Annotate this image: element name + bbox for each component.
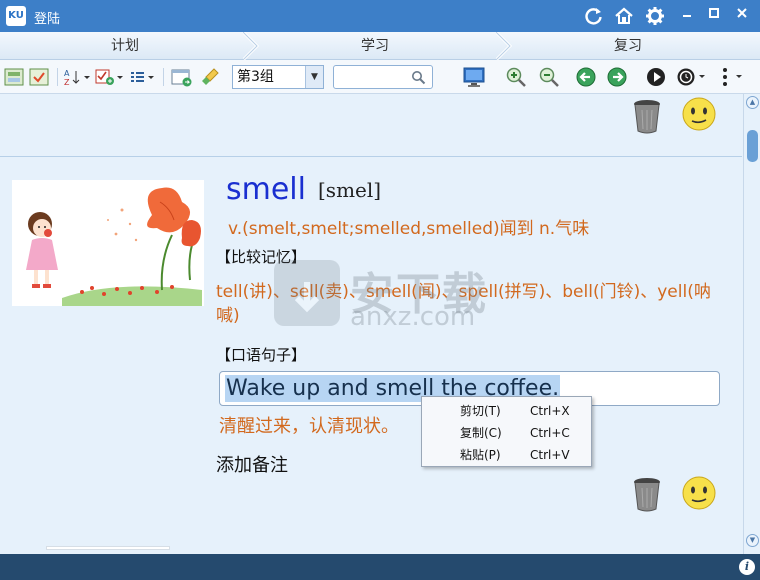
search-icon[interactable] xyxy=(411,70,426,85)
word-phonetic: [smel] xyxy=(318,178,382,202)
menu-item-label: 复制(C) xyxy=(460,426,502,440)
window-title[interactable]: 登陆 xyxy=(34,8,60,27)
new-card-icon[interactable] xyxy=(170,66,194,88)
scroll-thumb[interactable] xyxy=(747,130,758,162)
refresh-icon[interactable] xyxy=(582,4,606,28)
vertical-scrollbar[interactable]: ▲ ▼ xyxy=(743,94,760,554)
spoken-heading: 【口语句子】 xyxy=(216,346,307,364)
group-select-value: 第3组 xyxy=(237,69,274,85)
search-box xyxy=(333,65,433,89)
info-icon[interactable]: i xyxy=(739,559,755,575)
menu-item-shortcut: Ctrl+V xyxy=(530,448,570,462)
menu-item-copy[interactable]: 复制(C) Ctrl+C xyxy=(422,422,591,444)
play-icon[interactable] xyxy=(645,66,667,88)
context-menu: 剪切(T) Ctrl+X 复制(C) Ctrl+C 粘贴(P) Ctrl+V xyxy=(421,396,592,467)
menu-item-cut[interactable]: 剪切(T) Ctrl+X xyxy=(422,400,591,422)
svg-text:A: A xyxy=(64,69,70,78)
chevron-down-icon[interactable]: ▼ xyxy=(305,66,323,88)
maximize-icon[interactable] xyxy=(703,5,725,25)
menu-item-shortcut: Ctrl+X xyxy=(530,404,570,418)
back-arrow-icon[interactable] xyxy=(575,66,597,88)
minimize-icon[interactable] xyxy=(676,5,698,25)
compare-text: tell(讲)、sell(卖)、smell(闻)、spell(拼写)、bell(… xyxy=(216,282,711,326)
card-view-icon[interactable] xyxy=(3,66,25,88)
step-tabs: 计划 学习 复习 xyxy=(0,32,760,60)
divider xyxy=(0,156,742,157)
list-view-icon[interactable] xyxy=(28,66,50,88)
sort-az-icon[interactable]: AZ xyxy=(63,66,91,88)
smiley-icon[interactable] xyxy=(681,96,717,136)
card-area: smell [smel] v.(smelt,smelt;smelled,smel… xyxy=(0,94,742,554)
title-bar: KU 登陆 xyxy=(0,0,760,32)
scroll-up-icon[interactable]: ▲ xyxy=(746,96,759,109)
zoom-out-icon[interactable] xyxy=(538,66,560,88)
add-note-link[interactable]: 添加备注 xyxy=(216,451,288,477)
list-format-icon[interactable] xyxy=(130,66,156,88)
status-bar xyxy=(0,554,760,580)
word-definition: v.(smelt,smelt;smelled,smelled)闻到 n.气味 xyxy=(228,219,590,239)
word-illustration xyxy=(12,180,204,306)
toolbar: AZ 第3组 ▼ xyxy=(0,60,760,94)
search-input[interactable] xyxy=(338,66,412,88)
svg-text:Z: Z xyxy=(64,78,70,86)
home-icon[interactable] xyxy=(612,4,636,28)
tab-plan[interactable]: 计划 xyxy=(0,32,250,60)
trash-icon[interactable] xyxy=(632,98,662,138)
clean-brush-icon[interactable] xyxy=(200,66,224,88)
smiley-icon[interactable] xyxy=(681,475,717,515)
toolbar-separator xyxy=(163,68,164,86)
app-logo: KU xyxy=(6,6,26,26)
group-select[interactable]: 第3组 ▼ xyxy=(232,65,324,89)
toolbar-separator xyxy=(57,68,58,86)
trash-icon[interactable] xyxy=(632,476,662,516)
compare-heading: 【比较记忆】 xyxy=(216,248,307,266)
sentence-translation: 清醒过来，认清现状。 xyxy=(219,416,399,437)
monitor-icon[interactable] xyxy=(462,66,486,88)
tab-study[interactable]: 学习 xyxy=(250,32,500,60)
menu-item-paste[interactable]: 粘贴(P) Ctrl+V xyxy=(422,444,591,466)
menu-item-label: 剪切(T) xyxy=(460,404,501,418)
more-options-icon[interactable] xyxy=(718,66,746,88)
forward-arrow-icon[interactable] xyxy=(606,66,628,88)
word-headword: smell xyxy=(226,172,306,207)
timer-icon[interactable] xyxy=(676,66,708,88)
menu-item-shortcut: Ctrl+C xyxy=(530,426,570,440)
gear-icon[interactable] xyxy=(643,4,667,28)
tab-review[interactable]: 复习 xyxy=(503,32,753,60)
scroll-down-icon[interactable]: ▼ xyxy=(746,534,759,547)
zoom-in-icon[interactable] xyxy=(505,66,527,88)
menu-item-label: 粘贴(P) xyxy=(460,448,501,462)
checklist-add-icon[interactable] xyxy=(95,66,125,88)
close-icon[interactable] xyxy=(731,5,753,25)
horizontal-scrollbar[interactable] xyxy=(46,546,170,550)
